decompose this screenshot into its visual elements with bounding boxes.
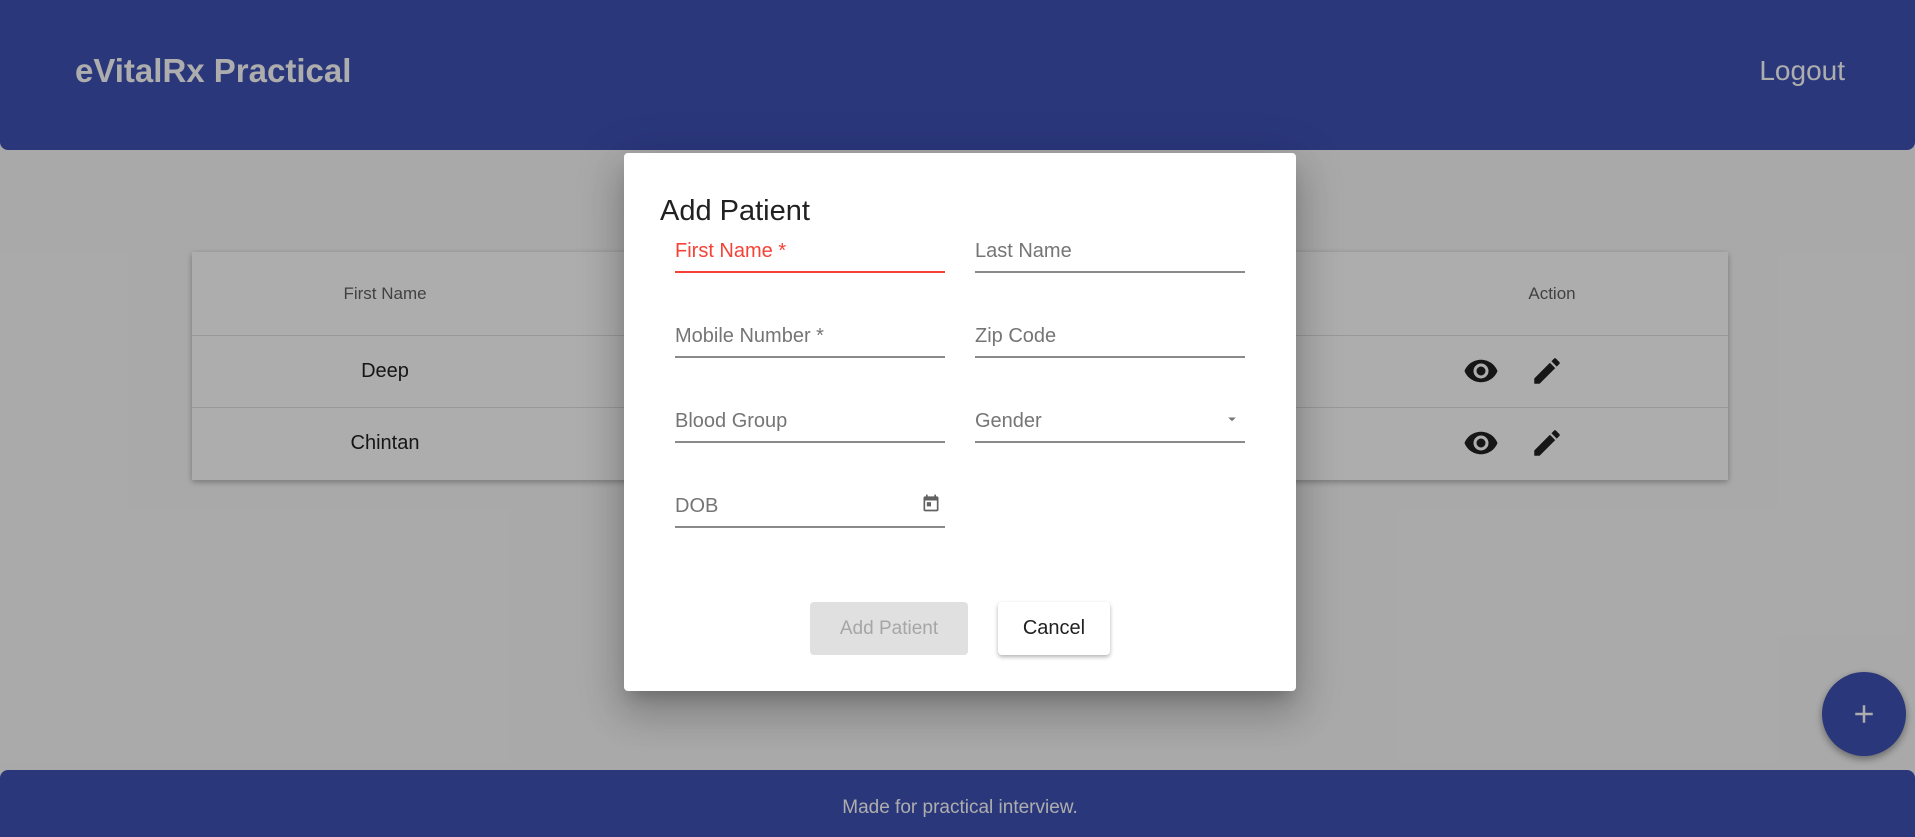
first-name-label: First Name * bbox=[675, 240, 787, 262]
calendar-icon[interactable] bbox=[921, 493, 941, 518]
blood-group-label: Blood Group bbox=[675, 410, 788, 432]
dob-field[interactable]: DOB bbox=[675, 478, 945, 528]
first-name-field[interactable]: First Name * bbox=[675, 223, 945, 273]
last-name-field[interactable]: Last Name bbox=[975, 223, 1245, 273]
zip-code-label: Zip Code bbox=[975, 325, 1057, 347]
last-name-label: Last Name bbox=[975, 240, 1072, 262]
mobile-number-field[interactable]: Mobile Number * bbox=[675, 308, 945, 358]
gender-select[interactable]: Gender bbox=[975, 393, 1245, 443]
chevron-down-icon bbox=[1223, 410, 1241, 433]
zip-code-field[interactable]: Zip Code bbox=[975, 308, 1245, 358]
gender-label: Gender bbox=[975, 410, 1042, 432]
mobile-number-label: Mobile Number * bbox=[675, 325, 824, 347]
blood-group-field[interactable]: Blood Group bbox=[675, 393, 945, 443]
add-patient-button[interactable]: Add Patient bbox=[810, 602, 968, 655]
add-patient-dialog: Add Patient First Name * Last Name Mobil… bbox=[624, 153, 1296, 691]
cancel-button[interactable]: Cancel bbox=[998, 602, 1110, 655]
dob-label: DOB bbox=[675, 495, 719, 517]
